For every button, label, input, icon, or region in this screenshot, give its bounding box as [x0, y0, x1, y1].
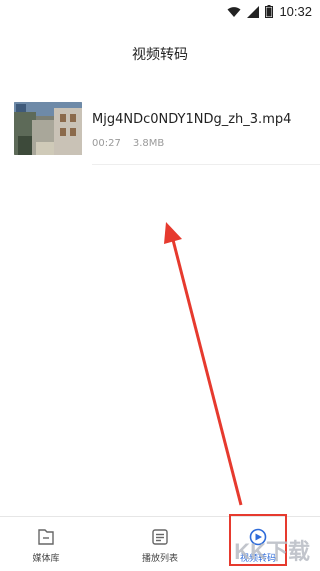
status-icons: 10:32	[227, 4, 312, 19]
folder-icon	[38, 529, 54, 545]
video-size: 3.8MB	[132, 138, 165, 149]
tab-playlist[interactable]: 播放列表	[130, 517, 190, 571]
video-filename: Mjg4NDc0NDY1NDg_zh_3.mp4	[92, 112, 292, 127]
video-thumbnail[interactable]	[14, 102, 82, 155]
status-time: 10:32	[279, 4, 312, 19]
watermark-logo: KK下载	[234, 539, 310, 564]
tab-label: 播放列表	[141, 554, 178, 564]
list-divider	[92, 164, 320, 165]
annotation-arrow	[164, 222, 243, 506]
tab-media-library[interactable]: 媒体库	[16, 517, 76, 571]
signal-icon	[247, 5, 260, 18]
status-bar: 10:32	[0, 0, 320, 24]
battery-icon	[265, 5, 274, 18]
page-title: 视频转码	[132, 47, 188, 63]
video-meta: 00:27 3.8MB	[92, 138, 164, 149]
playlist-icon	[152, 529, 168, 545]
tab-label: 媒体库	[32, 554, 60, 564]
video-list-item[interactable]: Mjg4NDc0NDY1NDg_zh_3.mp4 00:27 3.8MB	[0, 94, 320, 164]
video-duration: 00:27	[92, 138, 121, 149]
page-header: 视频转码	[0, 24, 320, 84]
wifi-icon	[227, 6, 241, 17]
